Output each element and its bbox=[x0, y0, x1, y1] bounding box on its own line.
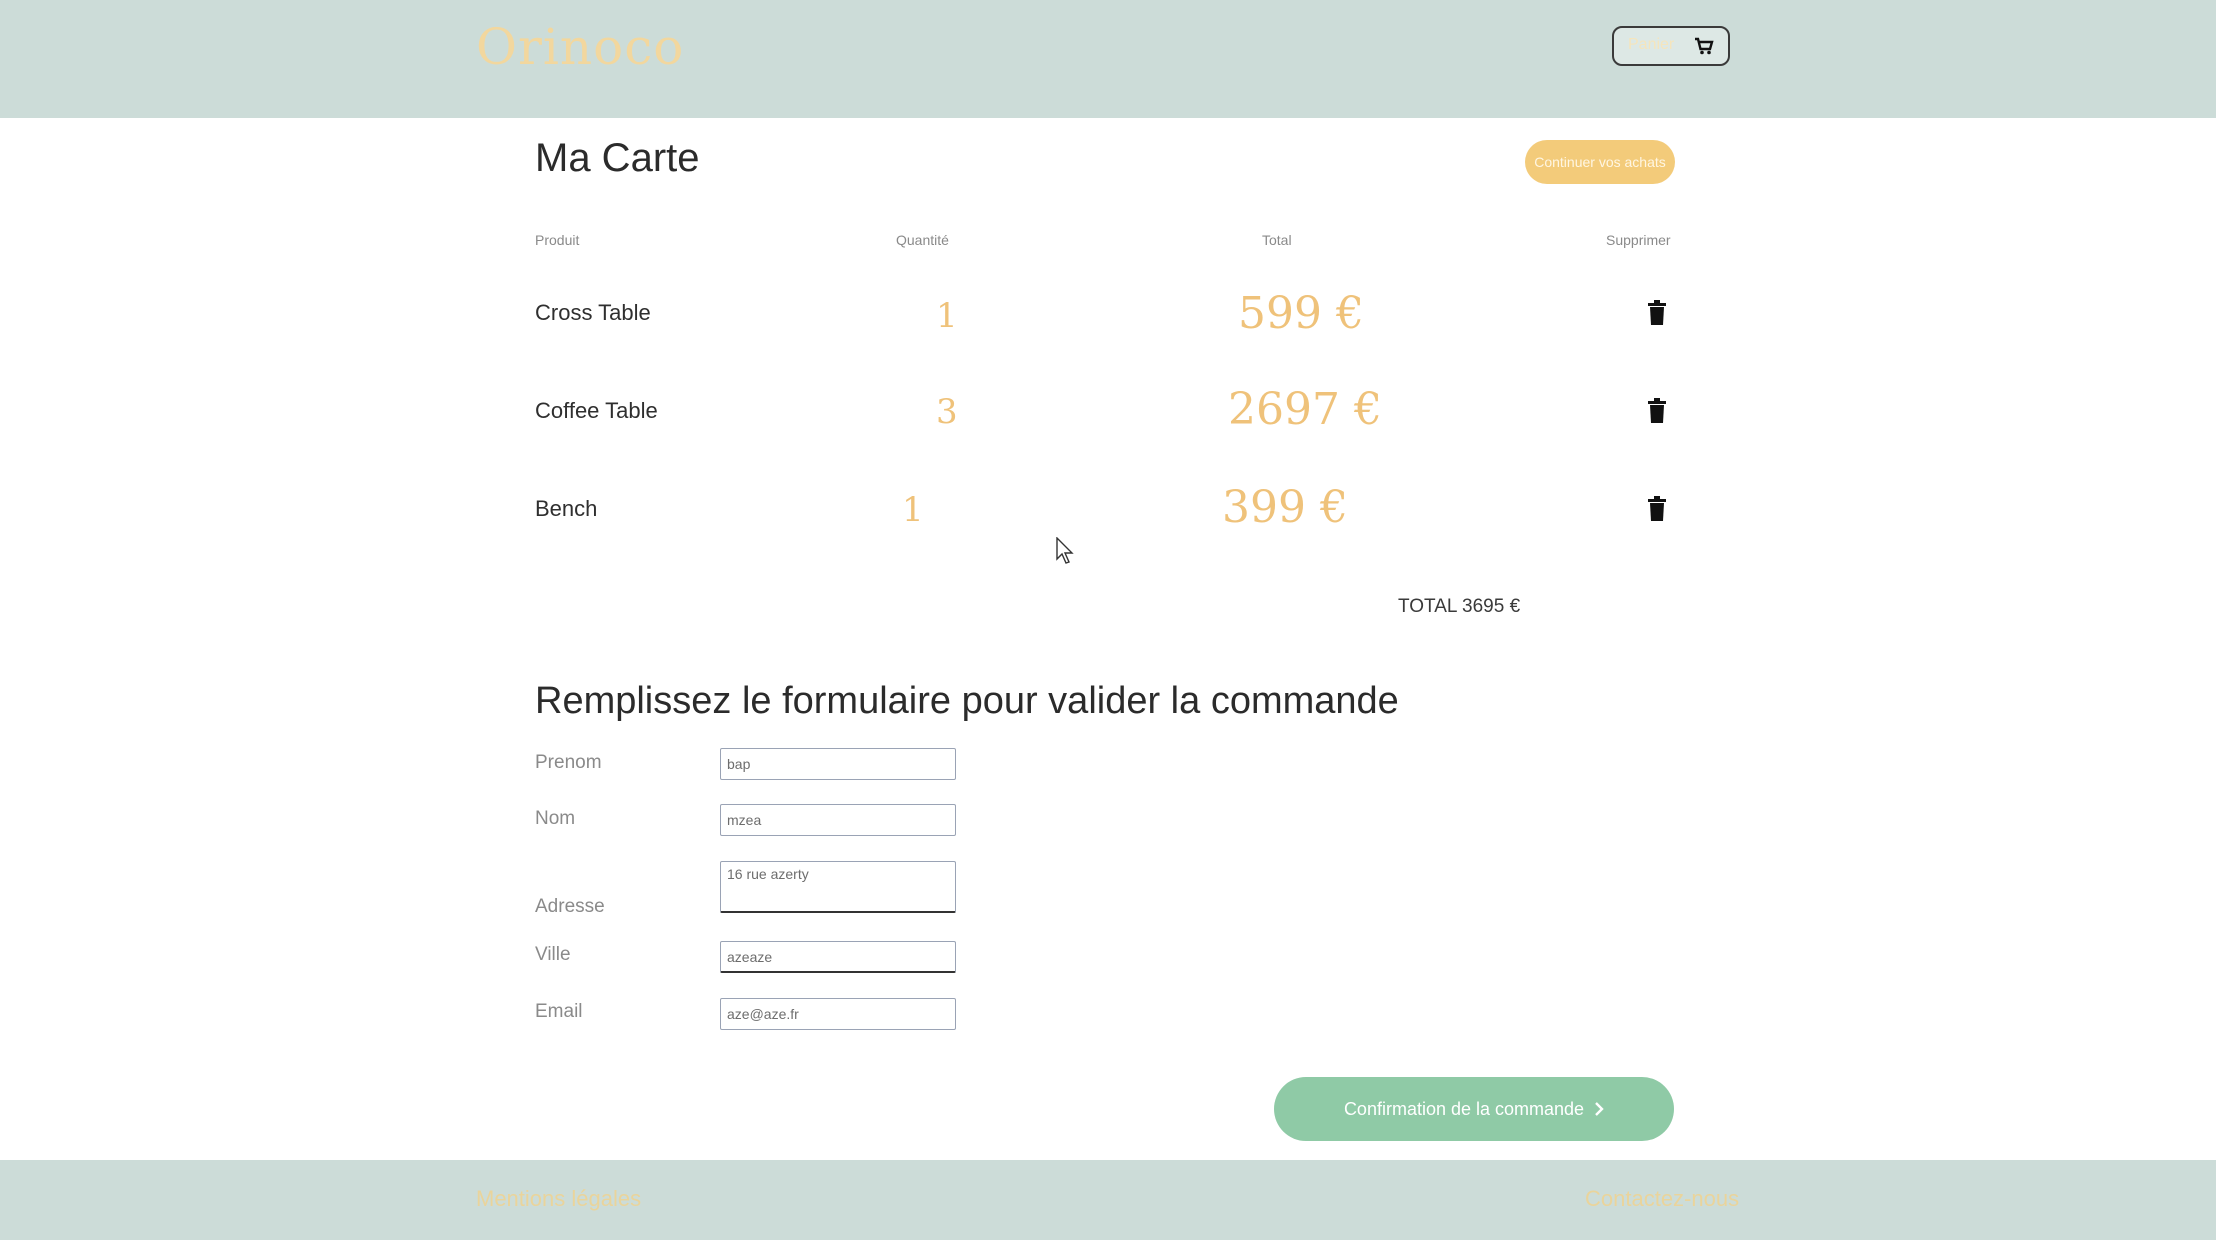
mouse-pointer-icon bbox=[1056, 537, 1074, 564]
confirm-order-label: Confirmation de la commande bbox=[1343, 1098, 1585, 1119]
prenom-label: Prenom bbox=[535, 752, 602, 773]
column-header-delete: Supprimer bbox=[1606, 232, 1671, 248]
column-header-quantity: Quantité bbox=[896, 232, 949, 248]
prenom-input[interactable] bbox=[720, 748, 956, 780]
nom-input[interactable] bbox=[720, 804, 956, 836]
product-quantity: 3 bbox=[936, 392, 958, 432]
page: Orinoco Panier Ma Carte Continuer vos ac… bbox=[0, 0, 2216, 1240]
trash-icon[interactable] bbox=[1647, 300, 1667, 326]
form-title: Remplissez le formulaire pour valider la… bbox=[535, 680, 1399, 722]
footer-legal-link[interactable]: Mentions légales bbox=[476, 1186, 641, 1212]
footer-contact-link[interactable]: Contactez-nous bbox=[1585, 1186, 1739, 1212]
cart-button[interactable]: Panier bbox=[1612, 26, 1730, 66]
product-name: Cross Table bbox=[535, 300, 651, 325]
trash-icon[interactable] bbox=[1647, 496, 1667, 522]
column-header-total: Total bbox=[1262, 232, 1292, 248]
confirm-order-button[interactable]: Confirmation de la commande bbox=[1274, 1077, 1674, 1141]
brand-logo[interactable]: Orinoco bbox=[476, 18, 684, 76]
shopping-cart-icon bbox=[1695, 37, 1714, 55]
product-name: Bench bbox=[535, 496, 598, 521]
product-name: Coffee Table bbox=[535, 398, 658, 423]
adresse-textarea[interactable]: 16 rue azerty bbox=[720, 861, 956, 913]
product-quantity: 1 bbox=[902, 490, 924, 530]
chevron-right-icon bbox=[1595, 1102, 1604, 1116]
trash-icon[interactable] bbox=[1647, 398, 1667, 424]
product-total: 399 € bbox=[1222, 482, 1348, 533]
product-quantity: 1 bbox=[936, 296, 958, 336]
ville-label: Ville bbox=[535, 944, 571, 965]
top-header: Orinoco Panier bbox=[0, 0, 2216, 118]
ville-input[interactable] bbox=[720, 941, 956, 973]
page-footer: Mentions légales Contactez-nous bbox=[0, 1160, 2216, 1240]
product-total: 2697 € bbox=[1228, 384, 1382, 435]
email-label: Email bbox=[535, 1001, 583, 1022]
continue-shopping-button[interactable]: Continuer vos achats bbox=[1525, 140, 1675, 184]
cart-grand-total: TOTAL 3695 € bbox=[1398, 596, 1521, 617]
page-title: Ma Carte bbox=[535, 136, 700, 180]
column-header-product: Produit bbox=[535, 232, 580, 248]
cart-label: Panier bbox=[1628, 36, 1675, 53]
nom-label: Nom bbox=[535, 808, 576, 829]
adresse-label: Adresse bbox=[535, 896, 605, 917]
email-input[interactable] bbox=[720, 998, 956, 1030]
product-total: 599 € bbox=[1238, 288, 1364, 339]
